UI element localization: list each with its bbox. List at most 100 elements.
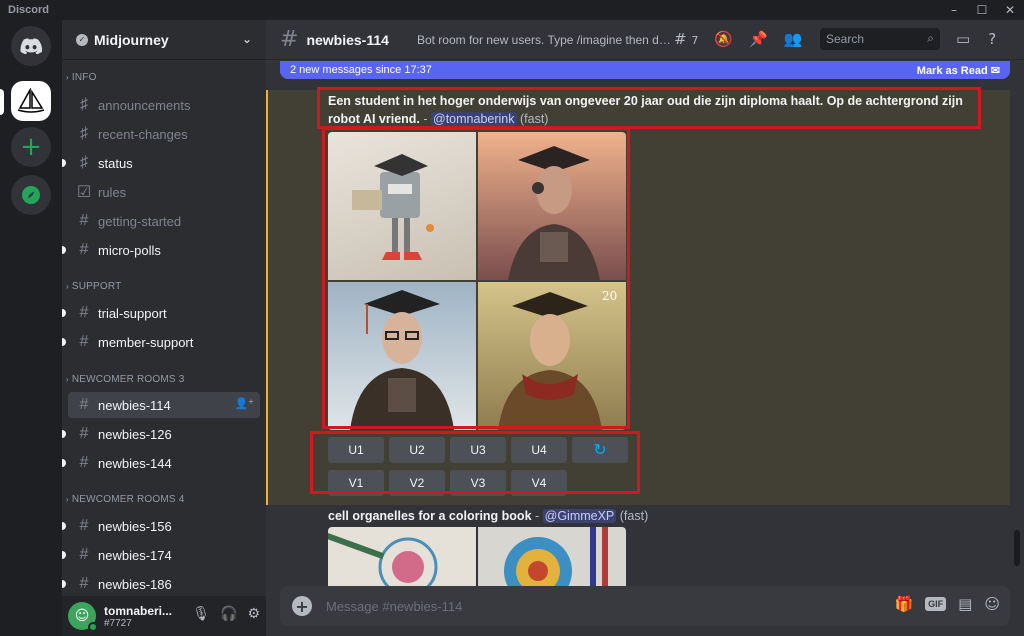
announcement-icon: ♯ (80, 96, 88, 113)
gift-icon[interactable]: 🎁 (894, 595, 913, 613)
channel-trial-support[interactable]: # trial-support (62, 300, 260, 326)
headphones-icon[interactable]: 🎧 (220, 606, 237, 622)
inbox-icon[interactable]: ▭ (956, 30, 970, 48)
thread-hash-icon: # (79, 333, 89, 350)
hash-icon: # (79, 241, 89, 258)
chevron-icon: › (66, 282, 69, 291)
channel-micro-polls[interactable]: # micro-polls (62, 237, 260, 263)
user-controls: 🎙 🎧 ⚙ (192, 606, 260, 622)
sticker-icon[interactable]: ▤ (958, 595, 972, 613)
chevron-icon: › (66, 375, 69, 384)
thread-hash-icon: # (79, 517, 89, 534)
mute-bell-icon[interactable]: 🔕 (714, 30, 733, 48)
message-content: cell organelles for a coloring book - @G… (328, 509, 649, 523)
guild-name: Midjourney (94, 31, 169, 48)
image-coloring-1[interactable] (328, 527, 476, 587)
unread-indicator (62, 246, 66, 254)
user-panel: ☺ tomnaberi... #7727 🎙 🎧 ⚙ (62, 596, 266, 636)
category-info[interactable]: › INFO (66, 72, 97, 83)
generated-image-grid-2[interactable] (328, 527, 626, 587)
threads-count: 7 (691, 34, 699, 47)
channel-newbies-126[interactable]: # newbies-126 (62, 421, 260, 447)
channel-newbies-144[interactable]: # newbies-144 (62, 450, 260, 476)
channel-announcements[interactable]: ♯ announcements (68, 92, 260, 118)
unread-indicator (62, 551, 66, 559)
username: tomnaberi... (104, 603, 173, 618)
add-user-icon[interactable]: 👤⁺ (234, 397, 254, 410)
pin-icon[interactable]: 📌 (749, 30, 768, 48)
unread-indicator (62, 159, 66, 167)
server-rail: + (0, 20, 62, 636)
user-mention[interactable]: @GimmeXP (542, 509, 617, 523)
channel-sidebar: ✓ Midjourney ⌄ › INFO ♯ announcements ♯ rec… (62, 20, 266, 636)
user-info[interactable]: tomnaberi... #7727 (104, 604, 172, 629)
channel-member-support[interactable]: # member-support (62, 329, 260, 355)
avatar[interactable]: ☺ (68, 602, 98, 632)
thread-hash-icon: # (79, 454, 89, 471)
prompt-text: cell organelles for a coloring book (328, 509, 532, 523)
attach-plus-icon[interactable]: + (292, 596, 312, 616)
annotation-box-prompt (317, 87, 981, 129)
threads-icon[interactable]: # 7 (674, 30, 698, 48)
title-bar: Discord – ☐ ✕ (0, 0, 1024, 20)
unread-indicator (62, 309, 66, 317)
mark-as-read-button[interactable]: Mark as Read ✉ (917, 64, 1000, 77)
explore-icon[interactable] (11, 175, 51, 215)
chevron-icon: › (66, 495, 69, 504)
main-chat: # newbies-114 Bot room for new users. Ty… (266, 20, 1024, 636)
emoji-icon[interactable]: ☺ (984, 595, 1000, 613)
thread-hash-icon: # (79, 575, 89, 592)
thread-hash-icon: # (79, 546, 89, 563)
category-support[interactable]: › SUPPORT (66, 281, 121, 292)
midjourney-server-icon[interactable] (11, 81, 51, 121)
add-server-icon[interactable]: + (11, 127, 51, 167)
close-button[interactable]: ✕ (996, 0, 1024, 20)
channel-newbies-114[interactable]: # newbies-114 👤⁺ (68, 392, 260, 418)
window-controls: – ☐ ✕ (940, 0, 1024, 20)
thread-hash-icon: # (79, 425, 89, 442)
help-icon[interactable]: ? (988, 30, 996, 48)
scrollbar-thumb[interactable] (1014, 530, 1020, 566)
category-newcomer-rooms-3[interactable]: › NEWCOMER ROOMS 3 (66, 374, 185, 385)
chevron-icon: › (66, 73, 69, 82)
maximize-button[interactable]: ☐ (968, 0, 996, 20)
user-tag: #7727 (104, 617, 132, 629)
thread-hash-icon: # (79, 304, 89, 321)
minimize-button[interactable]: – (940, 0, 968, 20)
header-icons: # 7 🔕 📌 👥 (674, 30, 802, 48)
chevron-down-icon: ⌄ (241, 32, 252, 46)
message-input[interactable]: Message #newbies-114 (326, 599, 462, 614)
channel-rules[interactable]: ☑ rules (68, 179, 260, 205)
announcement-icon: ♯ (80, 125, 88, 142)
channel-status[interactable]: ♯ status (62, 150, 260, 176)
channel-header: # newbies-114 Bot room for new users. Ty… (266, 20, 1024, 60)
guild-header[interactable]: ✓ Midjourney ⌄ (62, 20, 266, 60)
active-server-indicator (0, 89, 4, 115)
gif-icon[interactable]: GIF (925, 597, 947, 611)
discord-home-icon[interactable] (11, 26, 51, 66)
thread-hash-icon: # (79, 396, 89, 413)
new-messages-banner[interactable]: 2 new messages since 17:37 Mark as Read … (280, 61, 1010, 79)
channel-newbies-186[interactable]: # newbies-186 (62, 571, 260, 597)
composer-icons: 🎁 GIF ▤ ☺ (894, 595, 1000, 613)
settings-gear-icon[interactable]: ⚙ (247, 606, 260, 622)
header-right-icons: ▭ ? (956, 30, 996, 48)
thread-hash-icon: # (280, 27, 299, 52)
channel-newbies-156[interactable]: # newbies-156 (62, 513, 260, 539)
channel-recent-changes[interactable]: ♯ recent-changes (68, 121, 260, 147)
unread-indicator (62, 338, 66, 346)
category-newcomer-rooms-4[interactable]: › NEWCOMER ROOMS 4 (66, 494, 185, 505)
unread-indicator (62, 459, 66, 467)
verified-icon: ✓ (76, 33, 88, 46)
channel-getting-started[interactable]: # getting-started (68, 208, 260, 234)
message-composer[interactable]: + Message #newbies-114 🎁 GIF ▤ ☺ (280, 586, 1010, 626)
search-input[interactable]: Search ⌕ (820, 28, 940, 50)
image-coloring-2[interactable] (478, 527, 626, 587)
member-list-icon[interactable]: 👥 (784, 30, 803, 48)
new-messages-text: 2 new messages since 17:37 (290, 64, 432, 76)
annotation-box-images (322, 127, 630, 429)
channel-topic[interactable]: Bot room for new users. Type /imagine th… (417, 33, 673, 47)
microphone-icon[interactable]: 🎙 (192, 606, 210, 622)
speed-label: (fast) (619, 509, 649, 523)
channel-newbies-174[interactable]: # newbies-174 (62, 542, 260, 568)
